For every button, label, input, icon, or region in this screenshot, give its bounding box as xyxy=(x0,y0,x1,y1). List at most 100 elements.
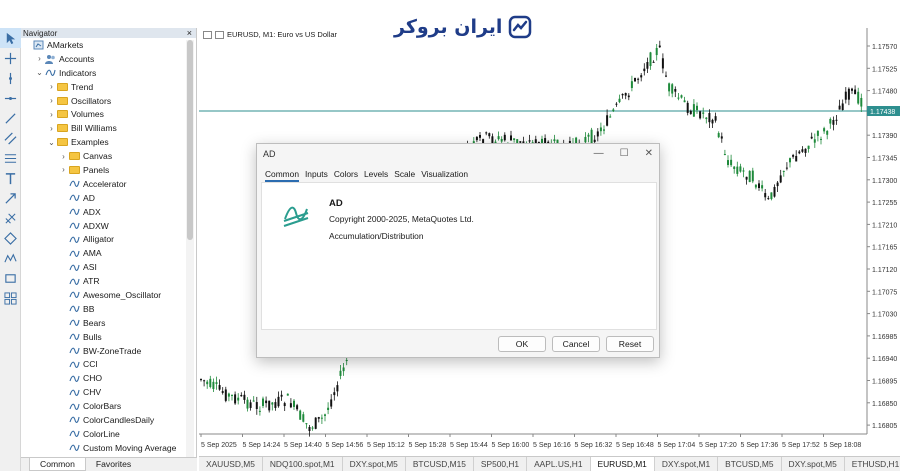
rectangle-icon[interactable] xyxy=(0,268,21,288)
tree-item[interactable]: AD xyxy=(21,191,187,205)
symbol-tab[interactable]: ETHUSD,H1 xyxy=(845,457,900,471)
symbol-tab[interactable]: AAPL.US,H1 xyxy=(527,457,591,471)
candle-body xyxy=(711,119,714,124)
reset-button[interactable]: Reset xyxy=(606,336,654,352)
tree-item[interactable]: ADX xyxy=(21,205,187,219)
tree-item[interactable]: › Bill Williams xyxy=(21,121,187,135)
candle-body xyxy=(317,417,320,419)
arrow-icon[interactable] xyxy=(0,188,21,208)
tab-scale[interactable]: Scale xyxy=(394,169,415,182)
tree-item[interactable]: Awesome_Oscillator xyxy=(21,288,187,302)
folder-icon xyxy=(56,137,68,147)
pitchfork-icon[interactable] xyxy=(0,208,21,228)
elliott-icon[interactable] xyxy=(0,248,21,268)
tab-favorites[interactable]: Favorites xyxy=(86,458,141,471)
expand-chevron-icon[interactable]: › xyxy=(59,165,68,174)
symbol-tab[interactable]: EURUSD,M1 xyxy=(590,457,655,471)
expand-chevron-icon[interactable]: › xyxy=(47,96,56,105)
indicator-icon xyxy=(68,429,80,439)
tree-item[interactable]: › Canvas xyxy=(21,149,187,163)
objects-icon[interactable] xyxy=(0,288,21,308)
symbol-tab[interactable]: XAUUSD,M5 xyxy=(199,457,263,471)
candle-body xyxy=(324,414,326,416)
navigator-tree: AMarkets › Accounts ⌄ Indicators › Trend › Oscil… xyxy=(21,38,187,471)
tree-item[interactable]: Custom Moving Average xyxy=(21,441,187,455)
expand-chevron-icon[interactable]: › xyxy=(47,82,56,91)
symbol-tab[interactable]: DXY.spot,M5 xyxy=(782,457,845,471)
cursor-icon[interactable] xyxy=(0,28,21,48)
tree-item[interactable]: ASI xyxy=(21,260,187,274)
symbol-tab[interactable]: DXY.spot,M1 xyxy=(655,457,719,471)
expand-chevron-icon[interactable]: ⌄ xyxy=(47,138,56,147)
vertical-line-icon[interactable] xyxy=(0,68,21,88)
shape-icon[interactable] xyxy=(0,228,21,248)
price-tick-label: 1.17525 xyxy=(872,66,897,73)
crosshair-icon[interactable] xyxy=(0,48,21,68)
tab-common[interactable]: Common xyxy=(265,169,299,182)
expand-chevron-icon[interactable]: › xyxy=(47,124,56,133)
tree-item[interactable]: CHV xyxy=(21,385,187,399)
maximize-icon[interactable]: ☐ xyxy=(620,148,629,159)
drawing-toolbar xyxy=(0,28,21,471)
tree-item[interactable]: CCI xyxy=(21,357,187,371)
trendline-icon[interactable] xyxy=(0,108,21,128)
tree-item[interactable]: ColorCandlesDaily xyxy=(21,413,187,427)
tree-item[interactable]: › Volumes xyxy=(21,107,187,121)
broker-icon xyxy=(32,40,44,50)
tab-levels[interactable]: Levels xyxy=(364,169,388,182)
cancel-button[interactable]: Cancel xyxy=(552,336,600,352)
tab-colors[interactable]: Colors xyxy=(334,169,358,182)
minimize-icon[interactable]: — xyxy=(594,148,604,159)
tree-item[interactable]: ⌄ Examples xyxy=(21,135,187,149)
tree-item[interactable]: AMarkets xyxy=(21,38,187,52)
expand-chevron-icon[interactable]: › xyxy=(47,110,56,119)
close-icon[interactable]: ✕ xyxy=(645,148,653,159)
candle-body xyxy=(612,109,615,112)
text-icon[interactable] xyxy=(0,168,21,188)
tree-item[interactable]: ColorBars xyxy=(21,399,187,413)
tree-item[interactable]: ColorLine xyxy=(21,427,187,441)
horizontal-line-icon[interactable] xyxy=(0,88,21,108)
symbol-tab[interactable]: SP500,H1 xyxy=(474,457,528,471)
tree-item[interactable]: Alligator xyxy=(21,232,187,246)
fibonacci-icon[interactable] xyxy=(0,148,21,168)
symbol-tab[interactable]: BTCUSD,M5 xyxy=(718,457,782,471)
close-icon[interactable]: × xyxy=(187,28,192,38)
tree-item[interactable]: AMA xyxy=(21,246,187,260)
expand-chevron-icon[interactable]: ⌄ xyxy=(35,68,44,77)
tab-inputs[interactable]: Inputs xyxy=(305,169,328,182)
tree-item[interactable]: › Panels xyxy=(21,163,187,177)
dialog-body: AD Copyright 2000-2025, MetaQuotes Ltd. … xyxy=(261,182,657,330)
chart-menu-icon[interactable] xyxy=(203,30,212,39)
candle-body xyxy=(330,399,333,407)
tree-item[interactable]: ADXW xyxy=(21,219,187,233)
tree-item[interactable]: › Oscillators xyxy=(21,94,187,108)
chart-check-icon[interactable] xyxy=(215,30,224,39)
tree-item[interactable]: BW-ZoneTrade xyxy=(21,344,187,358)
ok-button[interactable]: OK xyxy=(498,336,546,352)
candle-body xyxy=(649,52,652,67)
channel-icon[interactable] xyxy=(0,128,21,148)
expand-chevron-icon[interactable]: › xyxy=(59,152,68,161)
symbol-tab[interactable]: NDQ100.spot,M1 xyxy=(263,457,343,471)
scrollbar-thumb[interactable] xyxy=(187,40,193,240)
expand-chevron-icon[interactable]: › xyxy=(35,54,44,63)
tree-item[interactable]: BB xyxy=(21,302,187,316)
tree-item[interactable]: › Accounts xyxy=(21,52,187,66)
tree-item[interactable]: CHO xyxy=(21,371,187,385)
tree-item[interactable]: ⌄ Indicators xyxy=(21,66,187,80)
tree-item[interactable]: ATR xyxy=(21,274,187,288)
symbol-tab[interactable]: BTCUSD,M15 xyxy=(406,457,474,471)
tab-visualization[interactable]: Visualization xyxy=(421,169,468,182)
tab-common[interactable]: Common xyxy=(29,458,86,471)
candle-body xyxy=(785,167,788,169)
tree-item-label: Volumes xyxy=(71,109,104,120)
candle-body xyxy=(265,400,268,404)
navigator-scrollbar[interactable] xyxy=(186,40,194,468)
tree-item[interactable]: › Trend xyxy=(21,80,187,94)
tree-item[interactable]: Bulls xyxy=(21,330,187,344)
symbol-tab[interactable]: DXY.spot,M5 xyxy=(343,457,406,471)
tree-item-label: CHV xyxy=(83,387,102,398)
tree-item[interactable]: Bears xyxy=(21,316,187,330)
tree-item[interactable]: Accelerator xyxy=(21,177,187,191)
